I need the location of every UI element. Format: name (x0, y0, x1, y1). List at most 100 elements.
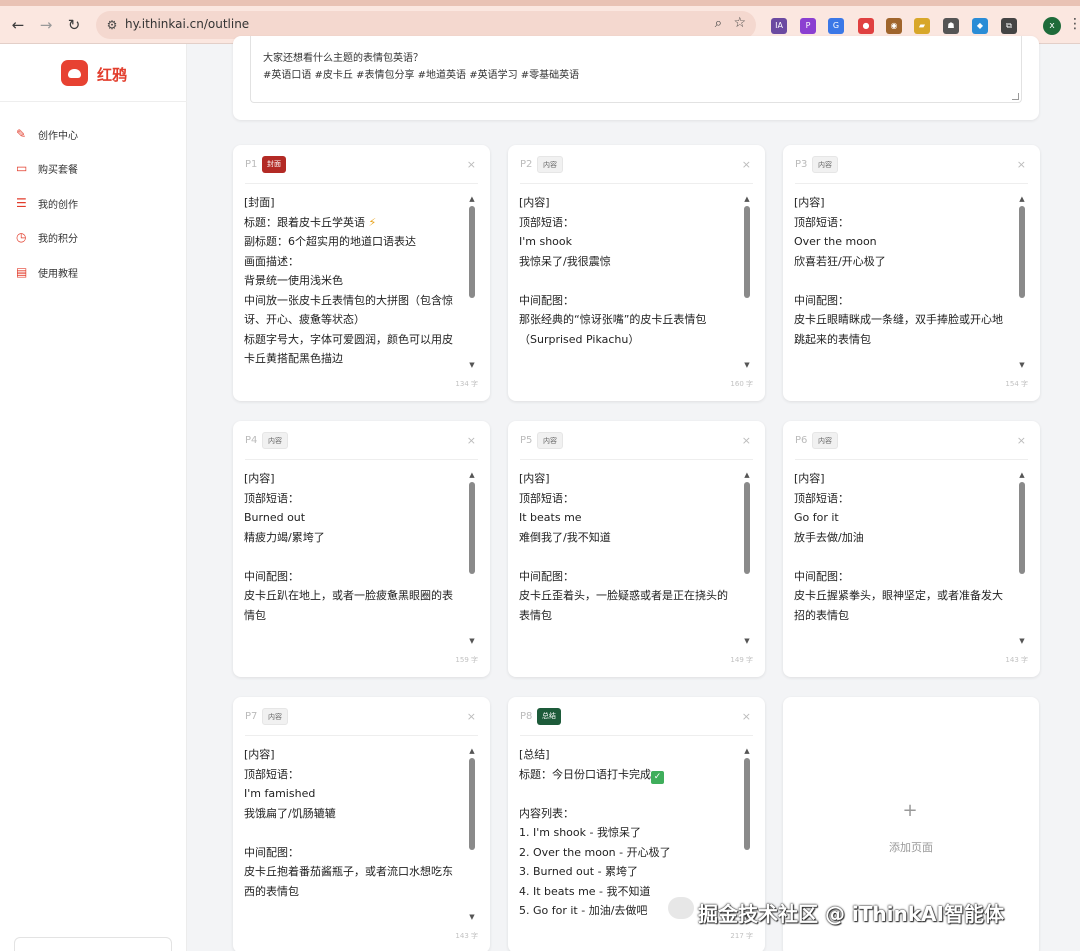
close-icon[interactable]: × (742, 434, 751, 447)
close-icon[interactable]: × (1017, 434, 1026, 447)
scroll-down-icon[interactable]: ▼ (743, 637, 751, 645)
page-content-textarea[interactable]: [内容] 顶部短语： I'm shook 我惊呆了/我很震惊 中间配图： 那张经典的“惊讶… (519, 193, 741, 349)
scrollbar[interactable]: ▲ ▼ (1018, 471, 1026, 645)
description-textarea[interactable]: 大家还想看什么主题的表情包英语？ #英语口语 #皮卡丘 #表情包分享 #地道英语… (250, 36, 1022, 103)
page-content-textarea[interactable]: [内容] 顶部短语： It beats me 难倒我了/我不知道 中间配图： 皮卡丘歪着头… (519, 469, 741, 625)
content-line-text: Go for it (794, 511, 839, 524)
scrollbar-thumb[interactable] (469, 206, 475, 298)
content-line: [内容] (244, 745, 466, 765)
lightning-icon: ⚡ (365, 215, 377, 229)
content-line-text: 精疲力竭/累垮了 (244, 530, 325, 544)
bookmark-star-icon[interactable]: ☆ (733, 15, 746, 31)
zoom-icon[interactable]: ⌕ (715, 16, 722, 31)
close-icon[interactable]: × (467, 158, 476, 171)
page-card[interactable]: P4 内容 × [内容] 顶部短语： Burned out 精疲力竭/累垮了 中间配图： 皮卡丘… (233, 421, 490, 677)
card-divider (245, 183, 478, 184)
close-icon[interactable]: × (467, 434, 476, 447)
close-icon[interactable]: × (742, 158, 751, 171)
close-icon[interactable]: × (1017, 158, 1026, 171)
page-content-textarea[interactable]: [封面] 标题：跟着皮卡丘学英语 ⚡ 副标题：6个超实用的地道口语表达 画面描述： 背景… (244, 193, 466, 369)
pokeball-extension-icon[interactable]: ● (858, 18, 874, 34)
scrollbar[interactable]: ▲ ▼ (743, 195, 751, 369)
page-content-textarea[interactable]: [内容] 顶部短语： Go for it 放手去做/加油 中间配图： 皮卡丘握紧拳头，眼神… (794, 469, 1016, 625)
robot-extension-icon[interactable]: ☗ (943, 18, 959, 34)
content-line: 讶、开心、疲惫等状态） (244, 310, 466, 330)
profile-avatar[interactable]: x (1043, 17, 1061, 35)
sidebar-item[interactable]: ✎ 创作中心 (16, 125, 176, 145)
scroll-down-icon[interactable]: ▼ (1018, 637, 1026, 645)
puzzle-extension-icon[interactable]: ⧉ (1001, 18, 1017, 34)
site-settings-icon[interactable]: ⚙ (104, 17, 120, 33)
scrollbar[interactable]: ▲ ▼ (468, 195, 476, 369)
url-text[interactable]: hy.ithinkai.cn/outline (125, 17, 249, 31)
scrollbar[interactable]: ▲ ▼ (743, 471, 751, 645)
content-line-text: 中间配图： (244, 845, 299, 859)
char-count: 160 字 (730, 380, 753, 388)
scroll-up-icon[interactable]: ▲ (468, 747, 476, 755)
scroll-up-icon[interactable]: ▲ (743, 471, 751, 479)
sidebar-item[interactable]: ◷ 我的积分 (16, 228, 176, 248)
page-number: P2 (520, 159, 533, 170)
close-icon[interactable]: × (467, 710, 476, 723)
forward-arrow-icon[interactable]: → (33, 12, 59, 38)
scroll-down-icon[interactable]: ▼ (468, 361, 476, 369)
content-line: 我饿扁了/饥肠辘辘 (244, 804, 466, 824)
page-content-textarea[interactable]: [内容] 顶部短语： Over the moon 欣喜若狂/开心极了 中间配图： 皮卡丘眼… (794, 193, 1016, 349)
sidebar-item[interactable]: ☰ 我的创作 (16, 194, 176, 214)
content-line-text: 中间配图： (794, 293, 849, 307)
scrollbar-thumb[interactable] (744, 482, 750, 574)
sidebar-item[interactable]: ▭ 购买套餐 (16, 159, 176, 179)
edge-extension-icon[interactable]: ◆ (972, 18, 988, 34)
page-card[interactable]: P2 内容 × [内容] 顶部短语： I'm shook 我惊呆了/我很震惊 中间配图： 那张经… (508, 145, 765, 401)
page-card[interactable]: P6 内容 × [内容] 顶部短语： Go for it 放手去做/加油 中间配图： 皮卡丘握紧… (783, 421, 1040, 677)
pocket-extension-icon[interactable]: P (800, 18, 816, 34)
resize-handle-icon[interactable] (1012, 93, 1019, 100)
back-arrow-icon[interactable]: ← (5, 12, 31, 38)
check-mark-icon: ✓ (651, 770, 664, 784)
content-line: It beats me (519, 508, 741, 528)
content-line: Over the moon (794, 232, 1016, 252)
cookie-extension-icon[interactable]: ◉ (886, 18, 902, 34)
scroll-down-icon[interactable]: ▼ (468, 913, 476, 921)
page-card[interactable]: P3 内容 × [内容] 顶部短语： Over the moon 欣喜若狂/开心极了 中间配图… (783, 145, 1040, 401)
scrollbar-thumb[interactable] (469, 482, 475, 574)
scroll-down-icon[interactable]: ▼ (743, 361, 751, 369)
scroll-up-icon[interactable]: ▲ (468, 471, 476, 479)
content-line: [内容] (519, 469, 741, 489)
translate-extension-icon[interactable]: G (828, 18, 844, 34)
page-card[interactable]: P5 内容 × [内容] 顶部短语： It beats me 难倒我了/我不知道 中间配图： 皮… (508, 421, 765, 677)
scroll-up-icon[interactable]: ▲ (1018, 471, 1026, 479)
content-line-text: 难倒我了/我不知道 (519, 530, 611, 544)
scrollbar[interactable]: ▲ ▼ (1018, 195, 1026, 369)
sidebar-item[interactable]: ▤ 使用教程 (16, 263, 176, 283)
close-icon[interactable]: × (742, 710, 751, 723)
scroll-down-icon[interactable]: ▼ (1018, 361, 1026, 369)
scrollbar-thumb[interactable] (469, 758, 475, 850)
page-card[interactable]: P7 内容 × [内容] 顶部短语： I'm famished 我饿扁了/饥肠辘辘 中间配图：… (233, 697, 490, 951)
sidebar-footer-box[interactable] (14, 937, 172, 951)
page-content-textarea[interactable]: [内容] 顶部短语： I'm famished 我饿扁了/饥肠辘辘 中间配图： 皮卡丘抱着… (244, 745, 466, 901)
scroll-up-icon[interactable]: ▲ (743, 195, 751, 203)
content-line: 西的表情包 (244, 882, 466, 902)
scrollbar-thumb[interactable] (744, 758, 750, 850)
ia-extension-icon[interactable]: IA (771, 18, 787, 34)
scrollbar-thumb[interactable] (1019, 206, 1025, 298)
content-line: 跳起来的表情包 (794, 330, 1016, 350)
content-line (519, 784, 741, 804)
scroll-up-icon[interactable]: ▲ (1018, 195, 1026, 203)
scrollbar[interactable]: ▲ ▼ (468, 471, 476, 645)
scrollbar-thumb[interactable] (744, 206, 750, 298)
scroll-up-icon[interactable]: ▲ (743, 747, 751, 755)
page-content-textarea[interactable]: [内容] 顶部短语： Burned out 精疲力竭/累垮了 中间配图： 皮卡丘趴在地上，… (244, 469, 466, 625)
scroll-up-icon[interactable]: ▲ (468, 195, 476, 203)
content-line: I'm famished (244, 784, 466, 804)
scrollbar-thumb[interactable] (1019, 482, 1025, 574)
address-bar[interactable]: ⚙ hy.ithinkai.cn/outline ⌕ ☆ (96, 11, 756, 39)
reload-icon[interactable]: ↻ (61, 12, 87, 38)
content-line: 皮卡丘眼睛眯成一条缝，双手捧脸或开心地 (794, 310, 1016, 330)
scrollbar[interactable]: ▲ ▼ (468, 747, 476, 921)
more-menu-icon[interactable]: ⋮ (1068, 16, 1080, 32)
folder-extension-icon[interactable]: ▰ (914, 18, 930, 34)
scroll-down-icon[interactable]: ▼ (468, 637, 476, 645)
page-card[interactable]: P1 封面 × [封面] 标题：跟着皮卡丘学英语 ⚡ 副标题：6个超实用的地道口语表达 画面… (233, 145, 490, 401)
